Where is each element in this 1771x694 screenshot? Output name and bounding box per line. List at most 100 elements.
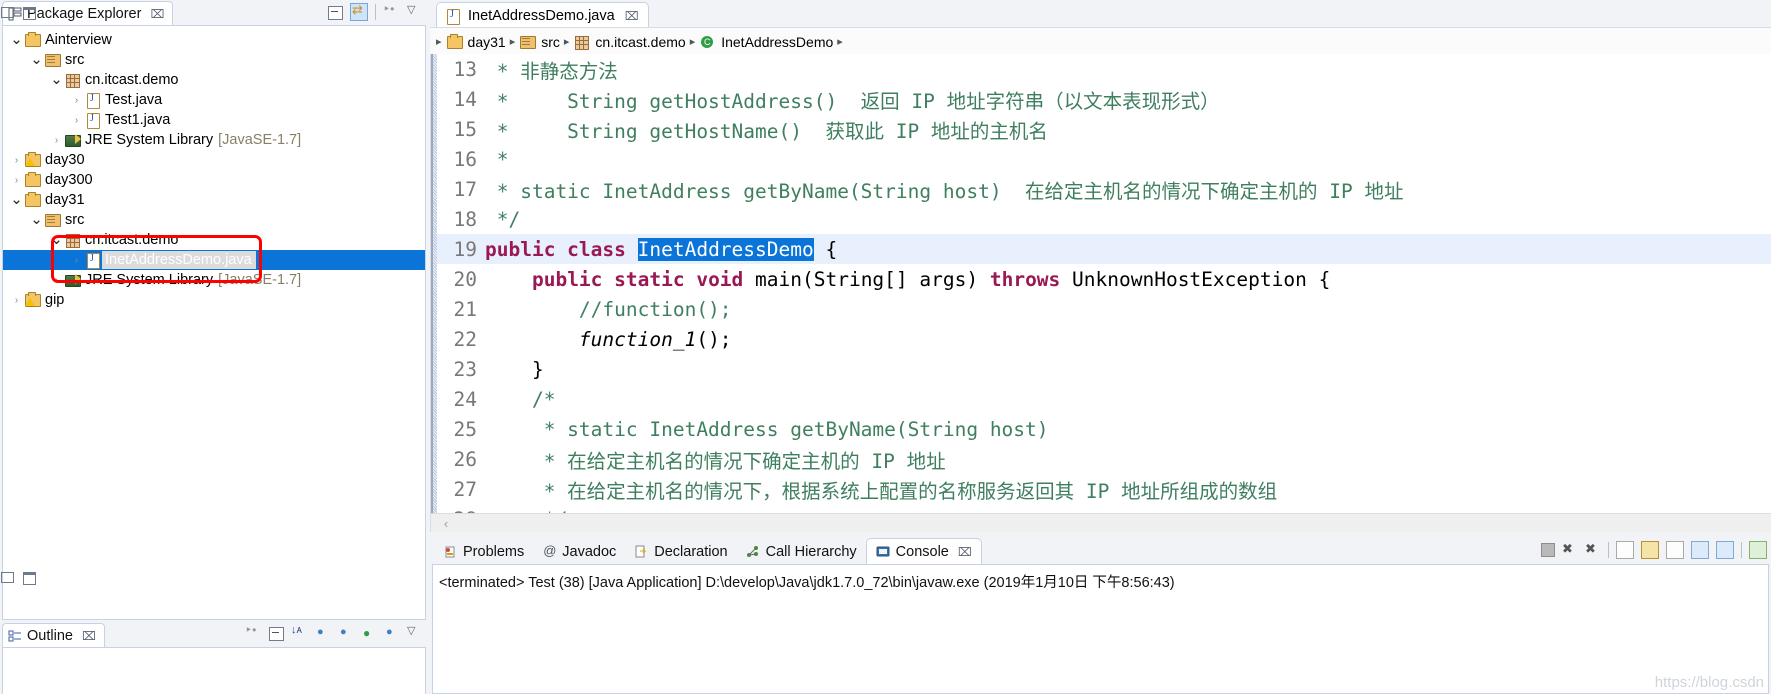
tab-inetaddressdemo-java[interactable]: InetAddressDemo.java ⌧ (436, 2, 649, 28)
sort-icon[interactable] (291, 624, 307, 641)
close-icon[interactable]: ⌧ (150, 7, 164, 21)
tab-console[interactable]: Console ⌧ (865, 538, 982, 564)
editor-horizontal-scrollbar[interactable]: ‹ (431, 513, 1771, 532)
code-line-19[interactable]: 19 public class InetAddressDemo { (437, 234, 1771, 264)
show-console-icon[interactable] (1691, 541, 1709, 559)
chevron-right-icon[interactable]: › (49, 275, 64, 286)
bottom-panel-tabs[interactable]: Problems @ Javadoc Declaration Call Hierarch… (434, 538, 982, 564)
code-line-22[interactable]: 22 function_1(); (437, 324, 1771, 354)
collapse-all-icon[interactable] (327, 4, 343, 20)
scroll-lock-icon[interactable] (1641, 541, 1659, 559)
chevron-right-icon[interactable]: › (9, 175, 24, 186)
terminate-icon[interactable] (1541, 543, 1555, 557)
code-line-14[interactable]: 14 * String getHostAddress() 返回 IP 地址字符串… (437, 84, 1771, 114)
scroll-track[interactable] (461, 516, 1771, 530)
scroll-left-icon[interactable]: ‹ (431, 516, 461, 531)
pin-console-icon[interactable] (1716, 541, 1734, 559)
breadcrumb[interactable]: ▸ day31 ▸ src ▸ cn.itcast.demo ▸ C InetAddressDe… (430, 27, 1771, 56)
tree-item-src[interactable]: ⌄ src (3, 210, 425, 230)
console-body[interactable]: <terminated> Test (38) [Java Application… (432, 564, 1769, 694)
maximize-icon[interactable] (23, 572, 36, 585)
tree-item-cn-itcast-demo[interactable]: ⌄ cn.itcast.demo (3, 70, 425, 90)
tab-call-hierarchy[interactable]: Call Hierarchy (737, 540, 866, 564)
remove-all-launches-icon[interactable] (1585, 541, 1601, 558)
close-icon[interactable]: ⌧ (82, 629, 96, 643)
remove-launch-icon[interactable] (1562, 541, 1578, 558)
hide-fields-icon[interactable] (314, 625, 330, 641)
maximize-icon[interactable] (23, 7, 36, 20)
tree-item-jre-system-library[interactable]: › JRE System Library [JavaSE-1.7] (3, 130, 425, 150)
code-line-23[interactable]: 23 } (437, 354, 1771, 384)
code-lines[interactable]: 13 * 非静态方法 14 * String getHostAddress() 返… (437, 54, 1771, 532)
tab-javadoc[interactable]: @ Javadoc (533, 540, 625, 564)
code-token: public class (485, 237, 638, 261)
tree-item-label: gip (45, 292, 65, 308)
tree-item-inetaddressdemo-java[interactable]: › InetAddressDemo.java (3, 250, 425, 270)
line-number: 27 (453, 477, 477, 501)
code-line-27[interactable]: 27 * 在给定主机名的情况下，根据系统上配置的名称服务返回其 IP 地址所组成… (437, 474, 1771, 504)
code-line-13[interactable]: 13 * 非静态方法 (437, 54, 1771, 84)
chevron-right-icon[interactable]: › (69, 115, 84, 126)
hide-static-icon[interactable] (337, 625, 353, 641)
tree-item-day30[interactable]: › day30 (3, 150, 425, 170)
chevron-right-icon[interactable]: › (9, 155, 24, 166)
hide-local-icon[interactable] (383, 625, 399, 641)
breadcrumb-item-inetaddressdemo[interactable]: C InetAddressDemo (699, 34, 833, 50)
tab-declaration[interactable]: Declaration (625, 540, 736, 564)
view-menu-dots-icon[interactable] (245, 623, 261, 641)
display-selected-console-icon[interactable] (1749, 541, 1767, 559)
hide-nonpublic-icon[interactable] (360, 625, 376, 641)
code-line-18[interactable]: 18 */ (437, 204, 1771, 234)
minimize-icon[interactable] (1, 572, 14, 583)
chevron-right-icon[interactable]: › (69, 95, 84, 106)
chevron-down-icon[interactable]: ⌄ (9, 32, 24, 47)
breadcrumb-item-cn-itcast-demo[interactable]: cn.itcast.demo (573, 34, 686, 50)
tree-item-day300[interactable]: › day300 (3, 170, 425, 190)
tree-item-jre-system-library[interactable]: › JRE System Library [JavaSE-1.7] (3, 270, 425, 290)
tree-item-test1-java[interactable]: › Test1.java (3, 110, 425, 130)
chevron-down-icon[interactable]: ⌄ (49, 232, 64, 247)
code-line-16[interactable]: 16 * (437, 144, 1771, 174)
tree-item-ainterview[interactable]: ⌄ Ainterview (3, 30, 425, 50)
close-icon[interactable]: ⌧ (958, 545, 972, 559)
chevron-right-icon[interactable]: › (49, 135, 64, 146)
chevron-down-icon[interactable]: ⌄ (9, 192, 24, 207)
chevron-right-icon[interactable]: › (9, 295, 24, 306)
tree-item-day31[interactable]: ⌄ day31 (3, 190, 425, 210)
chevron-right-icon[interactable]: › (69, 255, 84, 266)
outline-body[interactable] (2, 647, 426, 694)
tree-item-cn-itcast-demo[interactable]: ⌄ cn.itcast.demo (3, 230, 425, 250)
tab-problems[interactable]: Problems (434, 540, 533, 564)
code-token: { (813, 237, 838, 261)
chevron-down-icon[interactable]: ⌄ (29, 212, 44, 227)
tree-item-test-java[interactable]: › Test.java (3, 90, 425, 110)
clear-console-icon[interactable] (1616, 541, 1634, 559)
code-line-21[interactable]: 21 //function(); (437, 294, 1771, 324)
project-tree[interactable]: ⌄Ainterview⌄src⌄cn.itcast.demo›Test.java… (3, 26, 425, 310)
package-explorer-body[interactable]: ⌄Ainterview⌄src⌄cn.itcast.demo›Test.java… (2, 25, 426, 620)
minimize-icon[interactable] (1, 7, 14, 18)
editor-minmax-controls[interactable] (1, 7, 36, 20)
word-wrap-icon[interactable] (1666, 541, 1684, 559)
breadcrumb-item-src[interactable]: src (519, 34, 560, 50)
breadcrumb-item-day31[interactable]: day31 (446, 33, 506, 50)
view-menu-dots-icon[interactable] (383, 2, 399, 20)
code-editor[interactable]: 13 * 非静态方法 14 * String getHostAddress() 返… (430, 54, 1771, 532)
view-menu-icon[interactable] (406, 3, 422, 20)
chevron-down-icon[interactable]: ⌄ (49, 72, 64, 87)
chevron-down-icon[interactable]: ⌄ (29, 52, 44, 67)
tree-item-src[interactable]: ⌄ src (3, 50, 425, 70)
outline-tab[interactable]: Outline ⌧ (2, 623, 105, 648)
collapse-all-icon[interactable] (268, 625, 284, 641)
link-with-editor-icon[interactable] (350, 2, 368, 21)
close-icon[interactable]: ⌧ (625, 9, 639, 23)
code-line-15[interactable]: 15 * String getHostName() 获取此 IP 地址的主机名 (437, 114, 1771, 144)
code-line-26[interactable]: 26 * 在给定主机名的情况下确定主机的 IP 地址 (437, 444, 1771, 474)
code-line-25[interactable]: 25 * static InetAddress getByName(String… (437, 414, 1771, 444)
code-line-20[interactable]: 20 public static void main(String[] args… (437, 264, 1771, 294)
console-minmax-controls[interactable] (1, 572, 36, 585)
view-menu-icon[interactable] (406, 624, 422, 641)
tree-item-gip[interactable]: › gip (3, 290, 425, 310)
code-line-17[interactable]: 17 * static InetAddress getByName(String… (437, 174, 1771, 204)
code-line-24[interactable]: 24 /* (437, 384, 1771, 414)
